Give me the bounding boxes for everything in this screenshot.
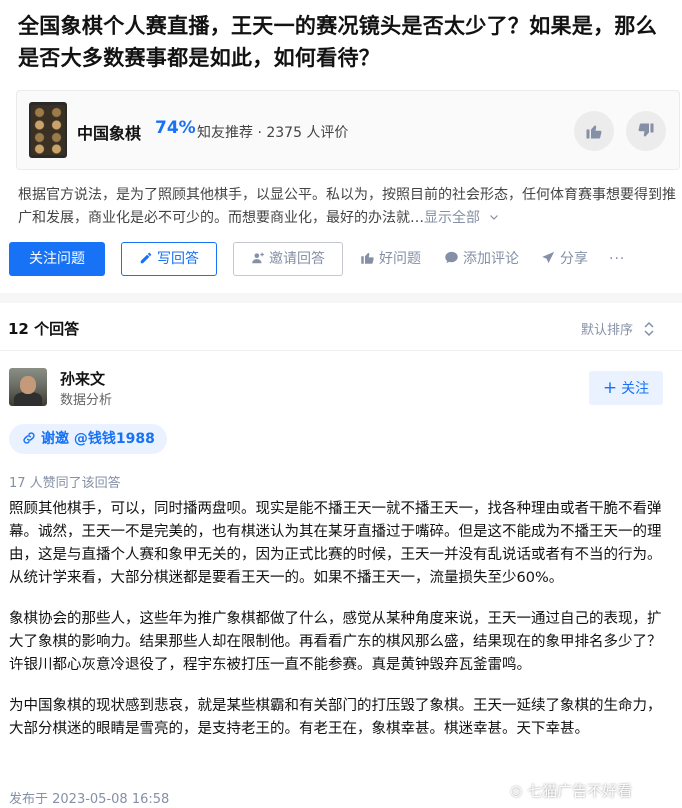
thumb-up-button[interactable] [574,111,614,151]
write-answer-label: 写回答 [157,251,199,267]
posted-time[interactable]: 发布于 2023-05-08 16:58 [9,788,169,807]
thumb-up-icon [361,252,374,264]
link-icon [23,432,35,444]
invite-answer-label: 邀请回答 [269,251,325,267]
answers-count: 12 个回答 [8,320,80,338]
question-title: 全国象棋个人赛直播，王天一的赛况镜头是否太少了？如果是，那么是否大多数赛事都是如… [18,14,657,70]
invite-badge[interactable]: 谢邀 @钱钱1988 [9,424,167,454]
chevron-down-icon [490,215,499,220]
write-answer-button[interactable]: 写回答 [121,242,217,276]
comment-icon [445,251,458,264]
topic-image [29,102,67,158]
section-separator [0,293,682,303]
sort-icon [644,321,654,337]
watermark-text: 七猫广告不好看 [527,782,633,800]
topic-percent: 74% [155,118,196,138]
answer-paragraph: 为中国象棋的现状感到悲哀，就是某些棋霸和有关部门的打压毁了象棋。王天一延续了象棋… [9,698,662,737]
add-comment-button[interactable]: 添加评论 [444,242,519,276]
show-all-label: 显示全部 [424,210,480,226]
answer-body: 照顾其他棋手，可以，同时播两盘呗。现实是能不播王天一就不播王天一，找各种理由或者… [9,498,673,759]
sort-label: 默认排序 [581,323,634,338]
pen-icon [140,252,152,264]
share-button[interactable]: 分享 [541,242,588,276]
question-actions: 关注问题 写回答 邀请回答 好问题 添加评论 分享 ··· [0,242,682,278]
invite-prefix: 谢邀 [41,431,69,447]
question-excerpt: 根据官方说法，是为了照顾其他棋手，以显公平。私以为，按照目前的社会形态，任何体育… [18,184,678,230]
show-all-link[interactable]: 显示全部 [424,210,500,226]
watermark: ☺ 七猫广告不好看 [510,780,632,801]
divider [0,350,682,351]
topic-name[interactable]: 中国象棋 [77,120,141,144]
thumb-down-icon [638,123,654,137]
invite-user[interactable]: @钱钱1988 [74,431,155,447]
add-user-icon [252,252,264,264]
good-question-label: 好问题 [379,251,421,267]
thumb-up-icon [586,125,602,139]
add-comment-label: 添加评论 [463,251,519,267]
sort-dropdown[interactable]: 默认排序 [581,319,655,338]
watermark-icon: ☺ [510,785,523,799]
answer-paragraph: 象棋协会的那些人，这些年为推广象棋都做了什么，感觉从某种角度来说，王天一通过自己… [9,611,662,673]
author-name[interactable]: 孙来文 [60,368,105,389]
upvote-count: 17 人赞同了该回答 [9,476,121,491]
follow-question-button[interactable]: 关注问题 [9,242,105,276]
more-button[interactable]: ··· [609,242,625,276]
share-icon [542,251,555,264]
excerpt-text: 根据官方说法，是为了照顾其他棋手，以显公平。私以为，按照目前的社会形态，任何体育… [18,187,676,226]
topic-recommend: 知友推荐 · 2375 人评价 [197,125,349,141]
share-label: 分享 [560,251,588,267]
good-question-button[interactable]: 好问题 [360,242,421,276]
avatar[interactable] [9,368,47,406]
follow-author-button[interactable]: + 关注 [589,371,663,405]
topic-card[interactable]: 中国象棋 74% 知友推荐 · 2375 人评价 [16,90,680,170]
follow-label: 关注 [621,381,650,397]
answer-paragraph: 照顾其他棋手，可以，同时播两盘呗。现实是能不播王天一就不播王天一，找各种理由或者… [9,501,662,586]
author-bio: 数据分析 [60,393,113,408]
thumb-down-button[interactable] [626,111,666,151]
invite-answer-button[interactable]: 邀请回答 [233,242,343,276]
plus-icon: + [602,378,618,398]
